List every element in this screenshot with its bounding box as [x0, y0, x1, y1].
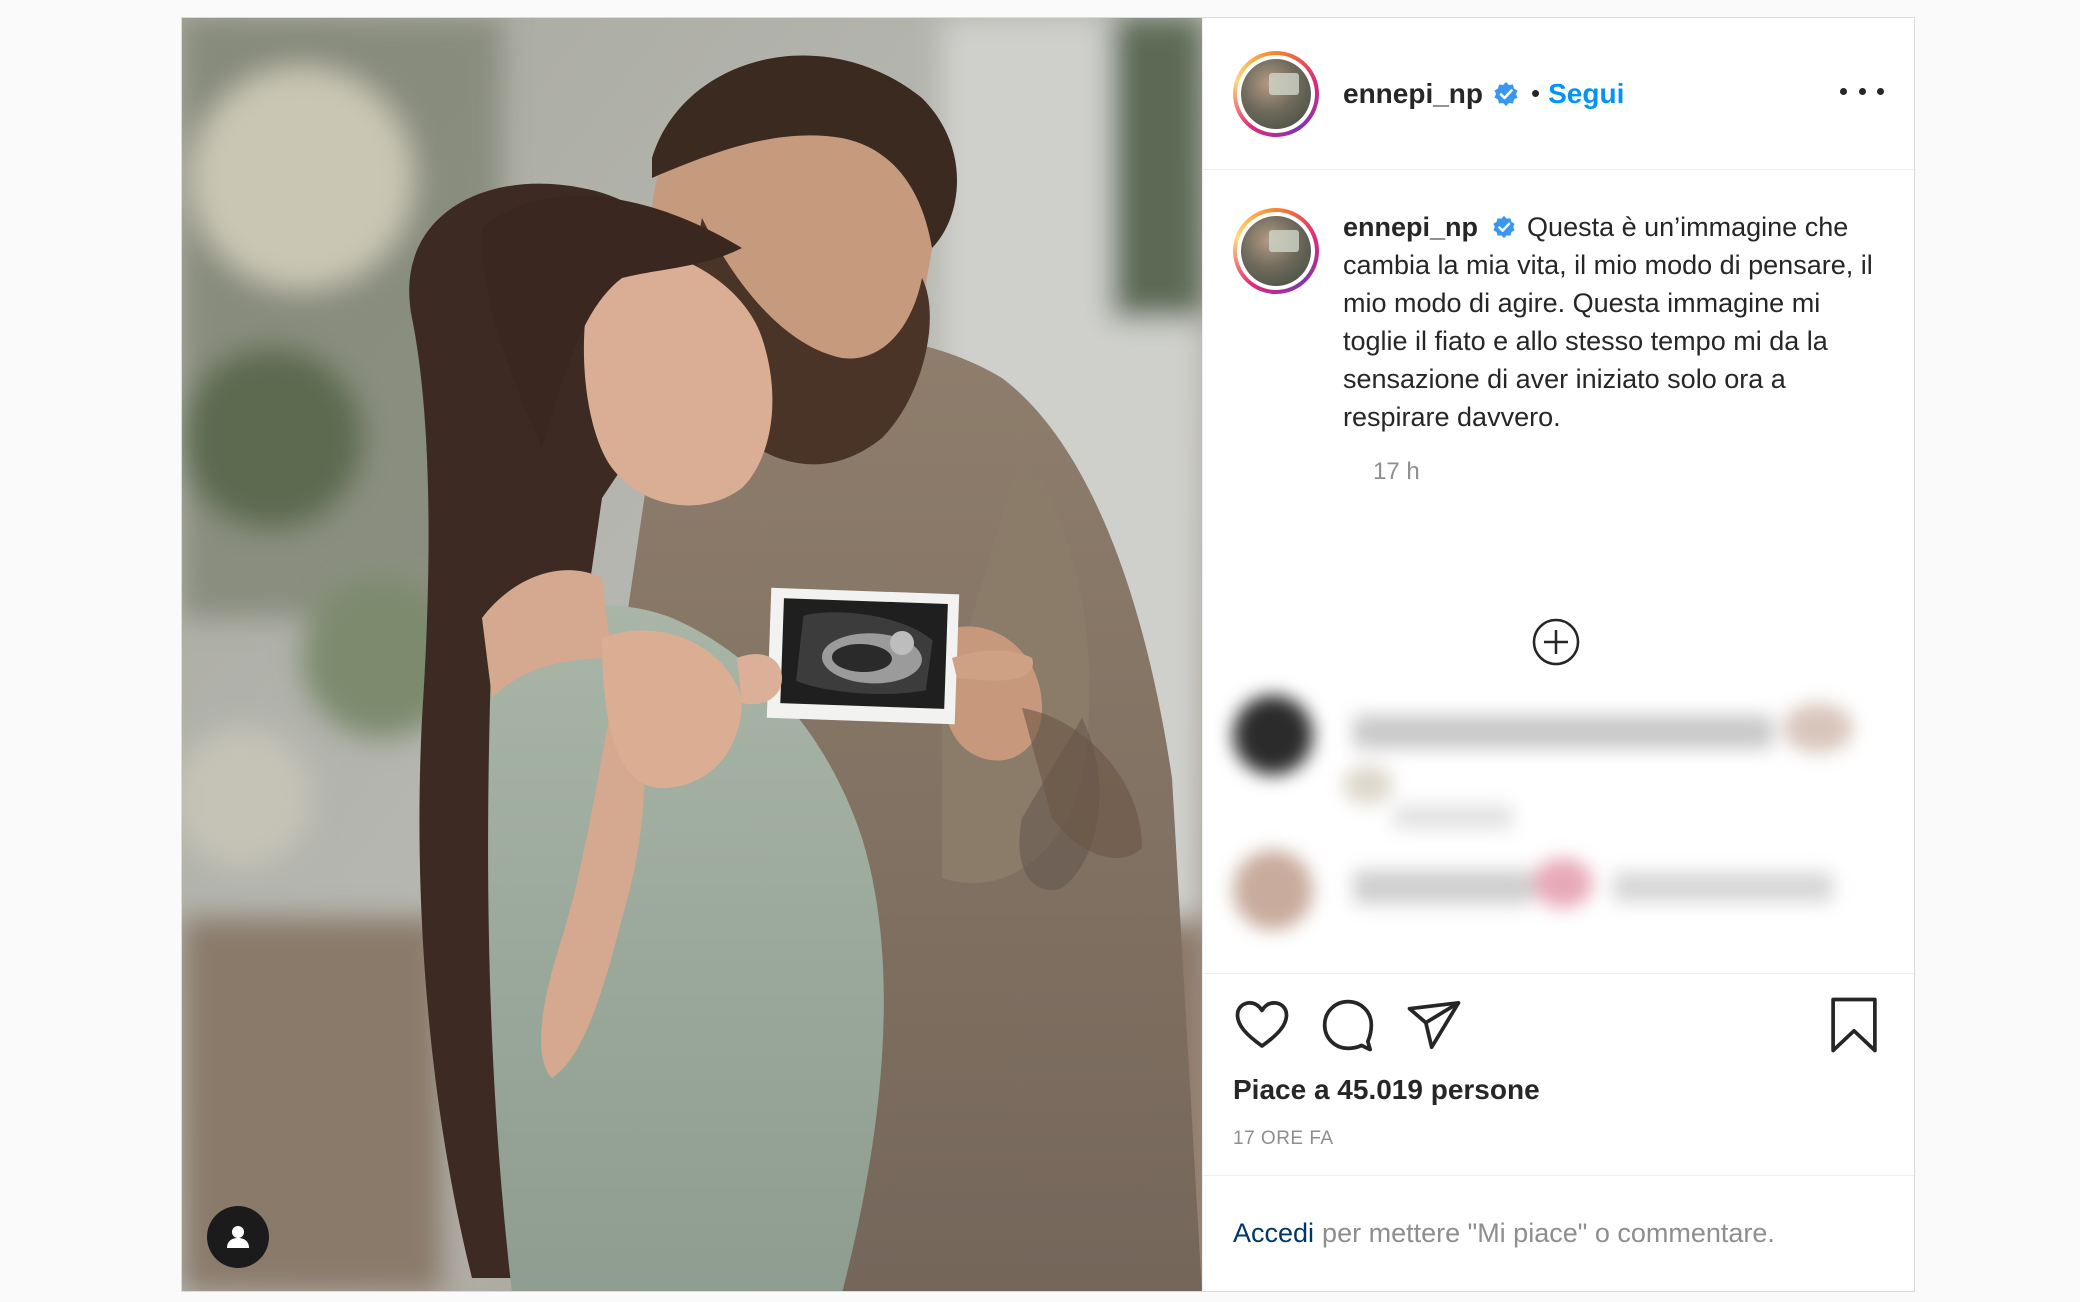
comments-section: ennepi_np Questa è un’immagine che cambi…: [1203, 170, 1914, 973]
like-button[interactable]: [1233, 996, 1291, 1054]
save-button[interactable]: [1828, 996, 1886, 1054]
post-actions: Piace a 45.019 persone 17 ORE FA: [1203, 973, 1914, 1175]
verified-badge-icon: [1494, 81, 1518, 106]
blurred-comment: [1233, 850, 1883, 940]
bookmark-icon: [1831, 997, 1877, 1053]
caption-avatar[interactable]: [1233, 208, 1319, 294]
author-avatar[interactable]: [1233, 50, 1319, 137]
caption-username[interactable]: ennepi_np: [1343, 212, 1478, 242]
login-link[interactable]: Accedi: [1233, 1218, 1314, 1249]
more-options-icon[interactable]: [1840, 76, 1884, 106]
instagram-post: ennepi_np • Segui ennepi_np Questa è un’…: [181, 17, 1915, 1292]
share-button[interactable]: [1405, 996, 1463, 1054]
comment-bubble-icon: [1322, 999, 1374, 1052]
comment-button[interactable]: [1319, 996, 1377, 1054]
verified-badge-icon: [1492, 215, 1515, 239]
login-prompt-text: per mettere "Mi piace" o commentare.: [1322, 1218, 1775, 1248]
post-photo[interactable]: [182, 18, 1202, 1291]
post-side-panel: ennepi_np • Segui ennepi_np Questa è un’…: [1202, 18, 1914, 1291]
couple-ultrasound-photo: [182, 18, 1202, 1291]
paper-plane-icon: [1407, 1000, 1461, 1050]
caption-text: Questa è un’immagine che cambia la mia v…: [1343, 212, 1873, 432]
user-tag-icon: [227, 1226, 249, 1248]
likes-count[interactable]: Piace a 45.019 persone: [1233, 1074, 1884, 1106]
follow-button[interactable]: Segui: [1548, 78, 1624, 110]
user-tag-button[interactable]: [207, 1206, 269, 1268]
plus-circle-icon[interactable]: [1531, 617, 1581, 667]
post-time-ago: 17 ORE FA: [1233, 1128, 1334, 1149]
login-prompt: Accedi per mettere "Mi piace" o commenta…: [1203, 1175, 1914, 1291]
heart-icon: [1235, 1000, 1289, 1048]
blurred-comment: [1233, 695, 1883, 835]
separator-dot: •: [1531, 78, 1541, 108]
author-username[interactable]: ennepi_np: [1343, 78, 1483, 110]
caption-timestamp: 17 h: [1373, 458, 1420, 485]
caption-row: ennepi_np Questa è un’immagine che cambi…: [1233, 208, 1884, 436]
post-header: ennepi_np • Segui: [1203, 18, 1914, 170]
post-caption: ennepi_np Questa è un’immagine che cambi…: [1343, 208, 1883, 436]
